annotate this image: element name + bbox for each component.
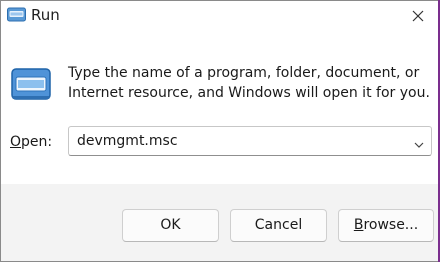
run-app-icon (11, 67, 51, 103)
dialog-description: Type the name of a program, folder, docu… (68, 65, 430, 101)
open-label-text: pen: (21, 134, 53, 150)
ok-button[interactable]: OK (122, 209, 219, 242)
open-label-accesskey: O (10, 134, 22, 150)
window-title: Run (31, 6, 60, 24)
button-bar: OK Cancel Browse... (1, 184, 439, 261)
dialog-content: Type the name of a program, folder, docu… (1, 31, 439, 184)
run-app-icon (7, 7, 26, 23)
chevron-down-icon[interactable] (413, 136, 425, 148)
title-bar[interactable]: Run (1, 1, 439, 31)
open-input-value[interactable]: devmgmt.msc (77, 133, 178, 149)
open-combobox[interactable]: devmgmt.msc (68, 126, 432, 156)
browse-button[interactable]: Browse... (338, 209, 434, 242)
open-label: Open: (10, 134, 52, 150)
run-dialog-window: Run Type the name of a program, folder, … (0, 0, 440, 262)
close-button[interactable] (407, 5, 429, 27)
browse-accesskey: B (353, 217, 364, 233)
browse-label: rowse... (363, 217, 419, 233)
cancel-button[interactable]: Cancel (230, 209, 327, 242)
close-icon (412, 10, 424, 22)
